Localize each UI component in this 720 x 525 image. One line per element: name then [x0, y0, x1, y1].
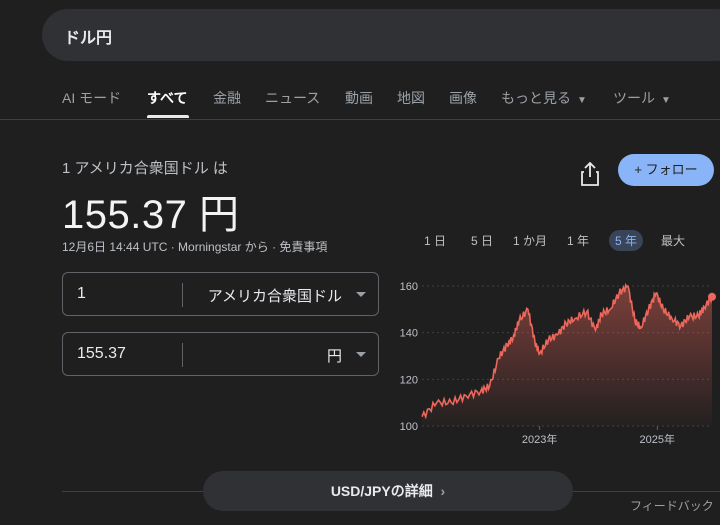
series-area — [422, 285, 712, 426]
details-label: USD/JPYの詳細 — [330, 483, 433, 499]
tab-maps[interactable]: 地図 — [397, 88, 425, 108]
tab-tools[interactable]: ツール ▼ — [613, 88, 671, 108]
tab-videos[interactable]: 動画 — [345, 88, 373, 108]
from-currency-select[interactable]: アメリカ合衆国ドル — [208, 285, 342, 306]
x-tick-label: 2025年 — [640, 432, 675, 446]
range-1m[interactable]: 1 か月 — [513, 232, 547, 249]
share-icon[interactable] — [578, 160, 602, 188]
from-currency-field: 1 アメリカ合衆国ドル — [62, 272, 379, 316]
price-chart[interactable]: 100 120 140 160 2023年 2025年 — [392, 276, 720, 448]
y-tick-label: 100 — [400, 421, 418, 433]
tab-tools-label: ツール — [613, 90, 655, 106]
details-button[interactable]: USD/JPYの詳細 › — [203, 471, 573, 511]
tab-finance[interactable]: 金融 — [213, 88, 241, 108]
tab-more[interactable]: もっと見る ▼ — [501, 88, 587, 108]
tab-ai-mode[interactable]: AI モード — [62, 88, 121, 108]
chevron-down-icon: ▼ — [661, 95, 671, 106]
tab-more-label: もっと見る — [501, 90, 571, 106]
current-value-dot — [708, 292, 716, 301]
range-5d[interactable]: 5 日 — [471, 232, 493, 249]
y-tick-label: 120 — [400, 374, 418, 386]
tab-images[interactable]: 画像 — [449, 88, 477, 108]
to-currency-field: 155.37 円 — [62, 332, 379, 376]
dropdown-caret-icon[interactable] — [356, 352, 366, 357]
rate-source: 12月6日 14:44 UTC · Morningstar から · 免責事項 — [62, 240, 328, 254]
range-1y[interactable]: 1 年 — [567, 232, 589, 249]
conversion-subject: 1 アメリカ合衆国ドル は — [62, 160, 228, 177]
feedback-link[interactable]: フィードバック — [630, 497, 714, 514]
tab-news[interactable]: ニュース — [265, 88, 320, 108]
from-amount-input[interactable]: 1 — [77, 285, 86, 303]
range-max[interactable]: 最大 — [661, 232, 685, 249]
search-tabs: AI モード すべて 金融 ニュース 動画 地図 画像 もっと見る ▼ ツール ▼ — [0, 84, 720, 120]
range-1d[interactable]: 1 日 — [424, 232, 446, 249]
follow-button[interactable]: + フォロー — [618, 154, 714, 186]
exchange-rate: 155.37 円 — [62, 193, 240, 237]
search-query[interactable]: ドル円 — [64, 24, 112, 48]
y-tick-label: 160 — [400, 281, 418, 293]
chevron-down-icon: ▼ — [577, 95, 587, 106]
divider — [182, 283, 183, 307]
search-bar[interactable]: ドル円 — [42, 9, 720, 61]
to-currency-select[interactable]: 円 — [327, 345, 342, 366]
to-amount-input[interactable]: 155.37 — [77, 345, 126, 363]
dropdown-caret-icon[interactable] — [356, 292, 366, 297]
divider — [182, 343, 183, 367]
y-tick-label: 140 — [400, 328, 418, 340]
tab-all[interactable]: すべて — [147, 88, 187, 108]
chevron-right-icon: › — [440, 483, 446, 499]
active-tab-indicator — [147, 115, 189, 118]
x-tick-label: 2023年 — [522, 432, 557, 446]
range-5y[interactable]: 5 年 — [609, 230, 644, 251]
